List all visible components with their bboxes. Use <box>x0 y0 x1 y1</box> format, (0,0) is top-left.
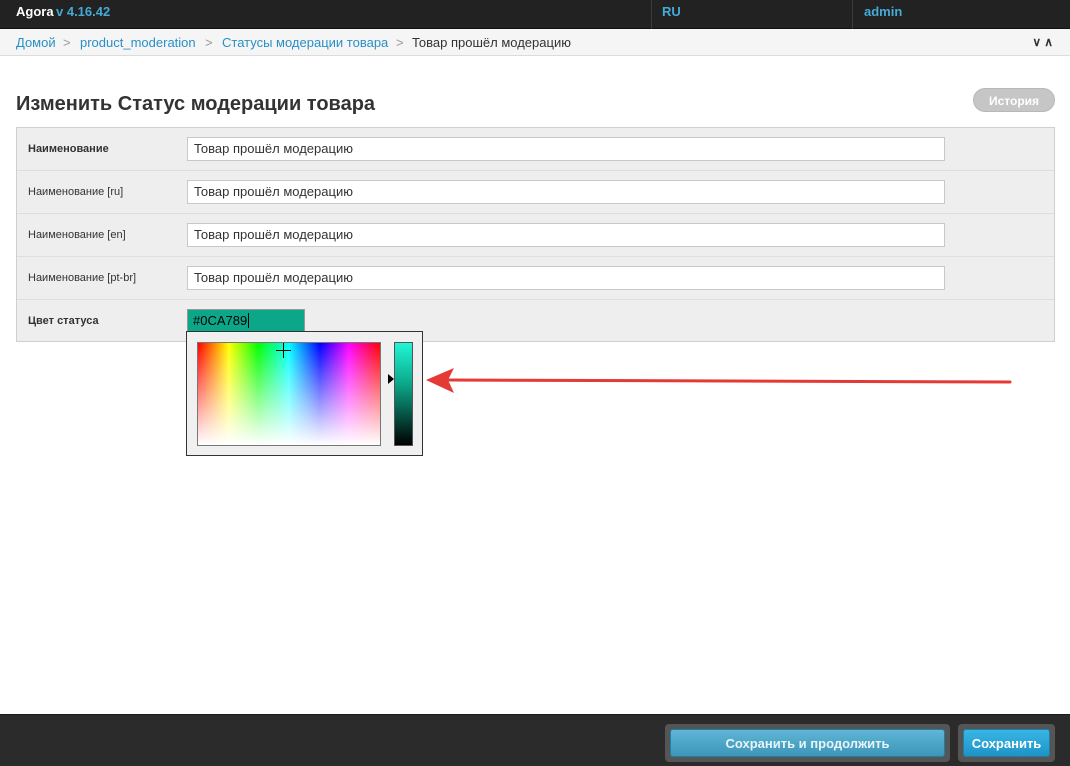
collapse-toggle[interactable]: ∨∧ <box>1032 35 1056 49</box>
breadcrumb-home[interactable]: Домой <box>16 35 56 50</box>
input-value[interactable]: Товар прошёл модерацию <box>194 270 353 285</box>
color-picker-popup <box>186 331 423 456</box>
header-divider <box>651 0 652 29</box>
crosshair-icon[interactable] <box>276 343 291 358</box>
app-version: v 4.16.42 <box>56 4 111 19</box>
app-brand[interactable]: Agora <box>16 4 54 19</box>
form-row-status-color: Цвет статуса #0CA789 <box>17 300 1054 343</box>
text-cursor <box>248 313 250 328</box>
history-button[interactable]: История <box>973 88 1055 112</box>
breadcrumb-separator: > <box>63 35 71 50</box>
input-value[interactable]: Товар прошёл модерацию <box>194 141 353 156</box>
name-ptbr-input[interactable]: Товар прошёл модерацию <box>187 266 945 290</box>
annotation-arrow-shaft <box>446 378 1012 384</box>
field-label: Наименование <box>28 143 109 155</box>
breadcrumb-list[interactable]: Статусы модерации товара <box>222 35 388 50</box>
field-label: Цвет статуса <box>28 315 99 327</box>
name-ru-input[interactable]: Товар прошёл модерацию <box>187 180 945 204</box>
breadcrumb-current: Товар прошёл модерацию <box>412 35 571 50</box>
expand-all-icon[interactable]: ∨ <box>1032 35 1044 49</box>
user-menu[interactable]: admin <box>864 4 902 19</box>
annotation-arrow <box>426 368 1012 393</box>
header-divider <box>852 0 853 29</box>
brightness-slider[interactable] <box>394 342 413 446</box>
language-switcher[interactable]: RU <box>662 4 681 19</box>
edit-form: Наименование Товар прошёл модерацию Наим… <box>16 127 1055 342</box>
breadcrumb-separator: > <box>205 35 213 50</box>
save-button[interactable]: Сохранить <box>963 729 1050 757</box>
input-value[interactable]: Товар прошёл модерацию <box>194 184 353 199</box>
page-title: Изменить Статус модерации товара <box>16 93 376 115</box>
breadcrumb-separator: > <box>396 35 404 50</box>
form-row-name-ptbr: Наименование [pt-br] Товар прошёл модера… <box>17 257 1054 300</box>
saturation-hue-area[interactable] <box>197 342 381 446</box>
form-row-name-ru: Наименование [ru] Товар прошёл модерацию <box>17 171 1054 214</box>
breadcrumb-module[interactable]: product_moderation <box>80 35 196 50</box>
save-continue-wrapper: Сохранить и продолжить редактирование <box>665 724 950 766</box>
form-row-name-en: Наименование [en] Товар прошёл модерацию <box>17 214 1054 257</box>
breadcrumb: Домой > product_moderation > Статусы мод… <box>0 29 1070 56</box>
status-color-input[interactable]: #0CA789 <box>187 309 305 333</box>
field-label: Наименование [pt-br] <box>28 272 137 284</box>
name-input[interactable]: Товар прошёл модерацию <box>187 137 945 161</box>
input-value[interactable]: Товар прошёл модерацию <box>194 227 353 242</box>
name-en-input[interactable]: Товар прошёл модерацию <box>187 223 945 247</box>
top-header: Agora v 4.16.42 RU admin <box>0 0 1070 29</box>
field-label: Наименование [ru] <box>28 186 124 198</box>
field-label: Наименование [en] <box>28 229 126 241</box>
form-row-name: Наименование Товар прошёл модерацию <box>17 128 1054 171</box>
color-value[interactable]: #0CA789 <box>193 313 247 328</box>
save-and-continue-button[interactable]: Сохранить и продолжить редактирование <box>670 729 945 766</box>
action-bar: Сохранить и продолжить редактирование Со… <box>0 714 1070 766</box>
save-wrapper: Сохранить <box>958 724 1055 762</box>
collapse-all-icon[interactable]: ∧ <box>1044 35 1056 49</box>
